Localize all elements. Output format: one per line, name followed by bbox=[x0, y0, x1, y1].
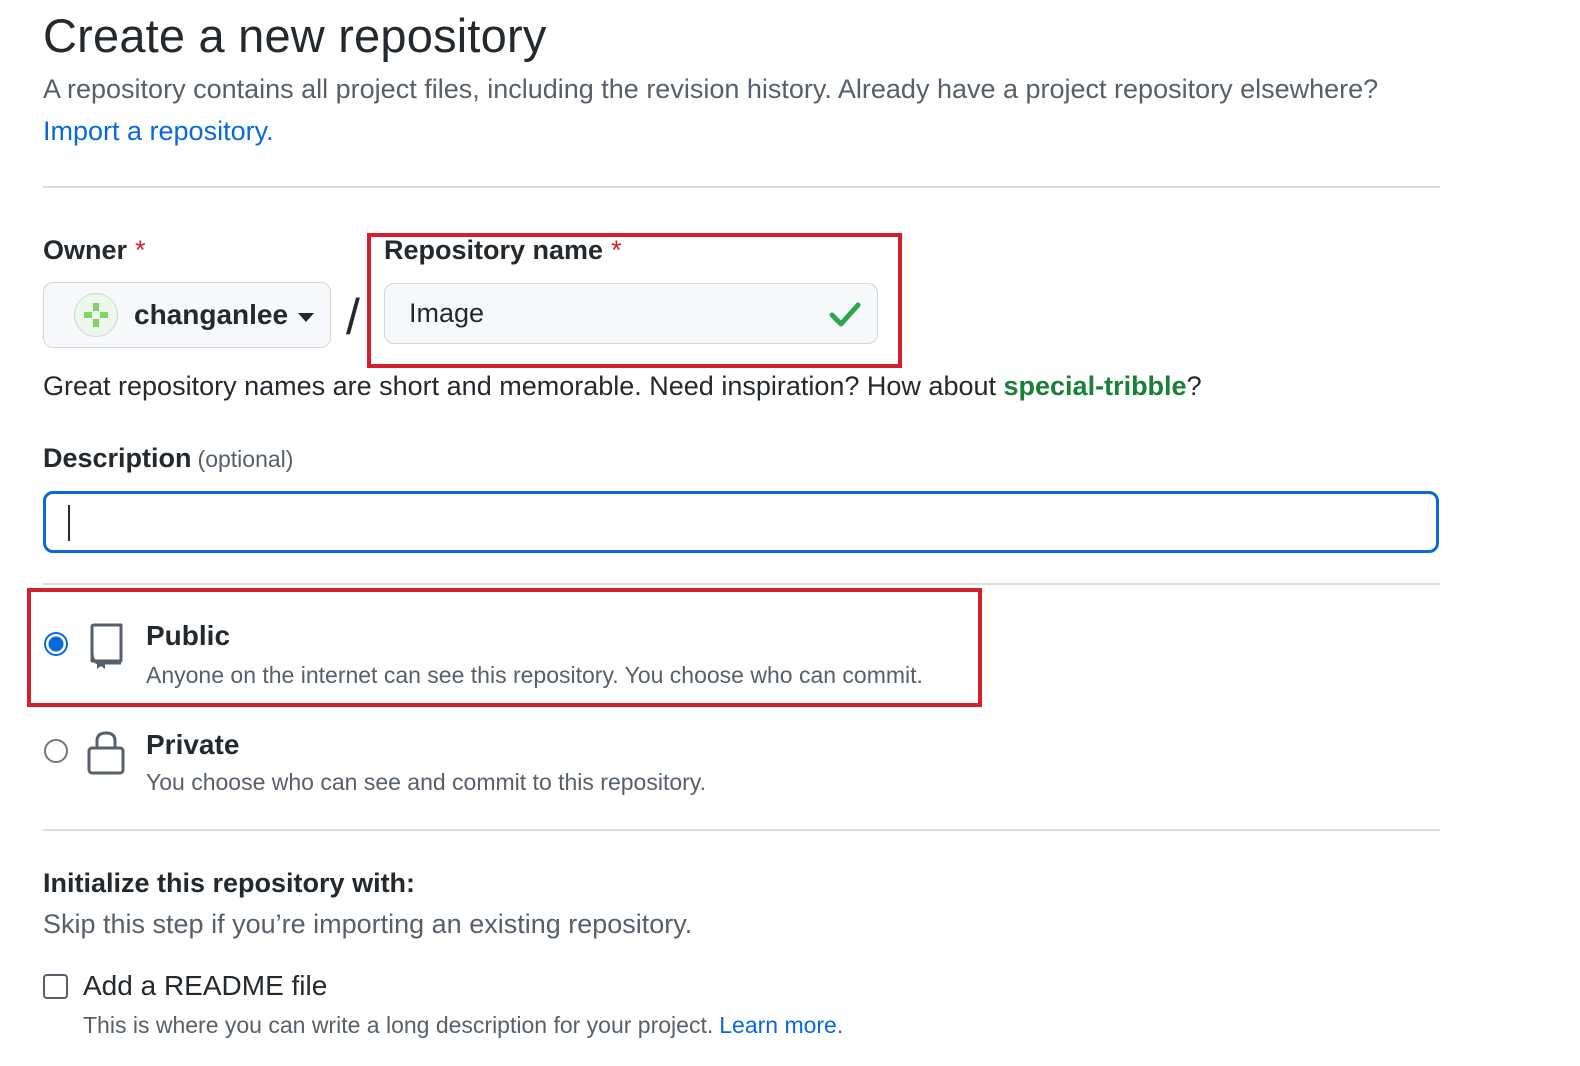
page-title: Create a new repository bbox=[43, 9, 547, 62]
public-option-description: Anyone on the internet can see this repo… bbox=[146, 662, 923, 688]
readme-label[interactable]: Add a README file bbox=[83, 970, 327, 1002]
chevron-down-icon bbox=[298, 312, 315, 322]
private-option-description: You choose who can see and commit to thi… bbox=[146, 769, 706, 795]
divider-initialize bbox=[43, 829, 1440, 831]
page-subtitle: A repository contains all project files,… bbox=[43, 74, 1379, 104]
name-suggestion-link[interactable]: special-tribble bbox=[1004, 371, 1187, 401]
description-optional-note: (optional) bbox=[197, 446, 294, 472]
readme-checkbox[interactable] bbox=[43, 974, 68, 999]
import-repository-link[interactable]: Import a repository. bbox=[43, 116, 274, 147]
text-cursor bbox=[68, 505, 70, 541]
public-radio[interactable] bbox=[44, 632, 68, 656]
public-option-title: Public bbox=[146, 620, 231, 651]
owner-repo-separator: / bbox=[346, 289, 360, 345]
repo-icon bbox=[90, 623, 123, 669]
description-input[interactable] bbox=[43, 491, 1439, 553]
avatar bbox=[74, 293, 118, 337]
description-label: Description (optional) bbox=[43, 443, 294, 473]
initialize-section-title: Initialize this repository with: bbox=[43, 868, 416, 898]
owner-name: changanlee bbox=[134, 299, 289, 330]
private-radio[interactable] bbox=[44, 739, 68, 763]
avatar-identicon bbox=[84, 303, 108, 327]
private-option-title: Private bbox=[146, 729, 240, 760]
repository-name-value: Image bbox=[409, 298, 485, 328]
readme-description: This is where you can write a long descr… bbox=[83, 1012, 844, 1038]
check-icon bbox=[829, 302, 861, 327]
repository-name-label: Repository name * bbox=[384, 235, 622, 265]
owner-required-mark: * bbox=[135, 235, 146, 265]
learn-more-link[interactable]: Learn more. bbox=[719, 1012, 843, 1038]
owner-select[interactable]: changanlee bbox=[43, 282, 331, 348]
repository-name-required-mark: * bbox=[611, 235, 622, 265]
divider-visibility bbox=[43, 583, 1440, 585]
repository-name-hint: Great repository names are short and mem… bbox=[43, 371, 1202, 401]
repository-name-input[interactable]: Image bbox=[384, 283, 878, 344]
initialize-section-subtitle: Skip this step if you’re importing an ex… bbox=[43, 909, 693, 939]
divider-top bbox=[43, 186, 1440, 188]
owner-label: Owner * bbox=[43, 235, 146, 265]
lock-icon bbox=[87, 731, 125, 775]
